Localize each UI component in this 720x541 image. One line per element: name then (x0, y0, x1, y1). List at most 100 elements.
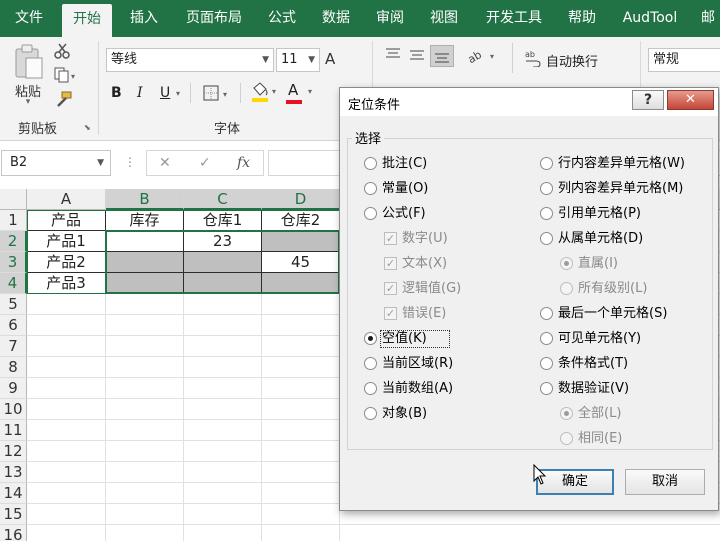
tab-page-layout[interactable]: 页面布局 (178, 0, 250, 37)
clipboard-icon (15, 44, 43, 79)
enter-formula-icon[interactable]: ✓ (199, 151, 211, 175)
row-header-13[interactable]: 13 (0, 462, 27, 483)
checkbox-icon: ✓ (384, 282, 397, 295)
align-top-icon[interactable] (384, 47, 402, 67)
row-header-5[interactable]: 5 (0, 294, 27, 315)
dialog-titlebar[interactable]: 定位条件 ? ✕ (340, 88, 718, 116)
mouse-pointer-icon (533, 464, 547, 485)
align-middle-icon[interactable] (408, 47, 426, 67)
number-format-select[interactable]: 常规 (648, 48, 720, 72)
column-header-b[interactable]: B (106, 189, 184, 210)
align-bottom-icon[interactable] (430, 45, 454, 67)
underline-button[interactable]: U (160, 85, 170, 101)
radio-icon (364, 207, 377, 220)
fill-color-icon[interactable]: ▾ (250, 82, 280, 108)
radio-icon (540, 382, 553, 395)
row-header-3[interactable]: 3 (0, 252, 27, 273)
tab-formulas[interactable]: 公式 (260, 0, 304, 37)
tab-file[interactable]: 文件 (4, 0, 54, 37)
formula-bar-grip-icon[interactable]: ⋮ (124, 155, 136, 169)
select-all-button[interactable] (0, 189, 27, 210)
radio-icon (560, 432, 573, 445)
tab-insert[interactable]: 插入 (120, 0, 168, 37)
format-painter-icon[interactable] (54, 91, 72, 111)
row-header-8[interactable]: 8 (0, 357, 27, 378)
borders-icon[interactable]: ▾ (203, 85, 231, 105)
bold-button[interactable]: B (111, 85, 122, 101)
radio-selected-icon (560, 257, 573, 270)
tab-mailings[interactable]: 邮 (696, 0, 720, 37)
underline-dropdown-icon[interactable]: ▾ (176, 89, 180, 98)
radio-icon (560, 282, 573, 295)
radio-icon (364, 157, 377, 170)
tab-developer[interactable]: 开发工具 (478, 0, 550, 37)
column-header-a[interactable]: A (27, 189, 106, 210)
dialog-title: 定位条件 (348, 98, 401, 113)
font-name-value: 等线 (111, 52, 138, 67)
formula-buttons: ✕ ✓ fx (146, 150, 264, 176)
row-header-16[interactable]: 16 (0, 525, 27, 541)
copy-icon[interactable]: ▾ (54, 67, 80, 87)
orientation-icon[interactable]: ab ▾ (466, 47, 498, 69)
option-label: 行内容差异单元格(W) (558, 156, 685, 171)
number-format-value: 常规 (653, 52, 680, 67)
row-header-9[interactable]: 9 (0, 378, 27, 399)
radio-icon (364, 407, 377, 420)
option-label: 当前数组(A) (382, 381, 454, 396)
ribbon-tab-bar: 文件 开始 插入 页面布局 公式 数据 审阅 视图 开发工具 帮助 AudToo… (0, 0, 720, 37)
checkbox-icon: ✓ (384, 257, 397, 270)
gridline (27, 524, 720, 525)
paste-button[interactable] (10, 43, 46, 83)
row-header-12[interactable]: 12 (0, 441, 27, 462)
radio-icon (540, 332, 553, 345)
row-header-7[interactable]: 7 (0, 336, 27, 357)
clipboard-launcher-icon[interactable]: ⬊ (84, 123, 91, 132)
row-header-11[interactable]: 11 (0, 420, 27, 441)
column-header-c[interactable]: C (184, 189, 262, 210)
tab-view[interactable]: 视图 (422, 0, 466, 37)
tab-home[interactable]: 开始 (62, 4, 112, 37)
help-button[interactable]: ? (632, 90, 664, 110)
font-name-select[interactable]: 等线 ▼ (106, 48, 274, 72)
radio-icon (540, 157, 553, 170)
chevron-down-icon: ▾ (308, 87, 313, 96)
name-box[interactable]: B2 ▼ (1, 150, 111, 176)
close-button[interactable]: ✕ (667, 90, 714, 110)
tab-audtool[interactable]: AudTool (614, 0, 686, 37)
option-label: 列内容差异单元格(M) (558, 181, 684, 196)
column-header-d[interactable]: D (262, 189, 340, 210)
ribbon-separator (98, 41, 99, 135)
cancel-button[interactable]: 取消 (625, 469, 705, 495)
option-label: 公式(F) (382, 206, 426, 221)
radio-icon (540, 357, 553, 370)
tab-help[interactable]: 帮助 (560, 0, 604, 37)
row-header-15[interactable]: 15 (0, 504, 27, 525)
row-header-2[interactable]: 2 (0, 231, 27, 252)
chevron-down-icon: ▼ (308, 55, 315, 65)
row-header-10[interactable]: 10 (0, 399, 27, 420)
radio-icon (540, 207, 553, 220)
option-label: 最后一个单元格(S) (558, 306, 668, 321)
tab-data[interactable]: 数据 (314, 0, 358, 37)
cut-icon[interactable] (54, 43, 72, 63)
tab-review[interactable]: 审阅 (368, 0, 412, 37)
cancel-formula-icon[interactable]: ✕ (159, 151, 171, 175)
italic-button[interactable]: I (137, 85, 143, 101)
radio-icon (540, 182, 553, 195)
radio-icon (540, 232, 553, 245)
svg-text:ab: ab (525, 50, 535, 59)
row-header-1[interactable]: 1 (0, 210, 27, 231)
name-box-value: B2 (10, 155, 28, 170)
insert-function-icon[interactable]: fx (237, 151, 250, 175)
row-header-14[interactable]: 14 (0, 483, 27, 504)
row-header-4[interactable]: 4 (0, 273, 27, 294)
font-size-select[interactable]: 11 ▼ (276, 48, 320, 72)
grow-font-button[interactable]: A (325, 50, 335, 68)
svg-text:▾: ▾ (223, 90, 227, 99)
option-label: 空值(K) (382, 331, 427, 346)
paste-dropdown-icon[interactable]: ▾ (12, 97, 44, 107)
row-header-6[interactable]: 6 (0, 315, 27, 336)
wrap-text-icon[interactable]: ab (524, 49, 542, 71)
wrap-text-button[interactable]: 自动换行 (546, 51, 598, 70)
ribbon-separator (190, 83, 191, 103)
